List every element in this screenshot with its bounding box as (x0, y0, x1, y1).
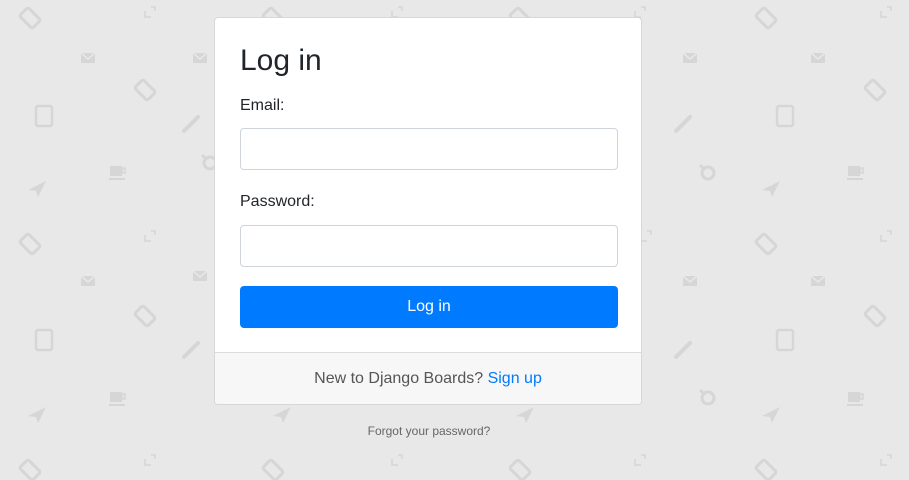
password-field[interactable] (240, 225, 618, 267)
password-label: Password: (240, 193, 315, 210)
email-field[interactable] (240, 128, 618, 170)
login-card-body: Log in Email: Password: Log in (215, 18, 641, 352)
forgot-password-link[interactable]: Forgot your password? (0, 424, 858, 438)
email-label: Email: (240, 97, 285, 114)
signup-prompt: New to Django Boards? (314, 370, 484, 387)
signup-link[interactable]: Sign up (488, 370, 542, 387)
login-card-footer: New to Django Boards? Sign up (215, 352, 641, 404)
page-title: Log in (240, 44, 322, 77)
login-card: Log in Email: Password: Log in New to Dj… (214, 17, 642, 405)
login-button[interactable]: Log in (240, 286, 618, 328)
